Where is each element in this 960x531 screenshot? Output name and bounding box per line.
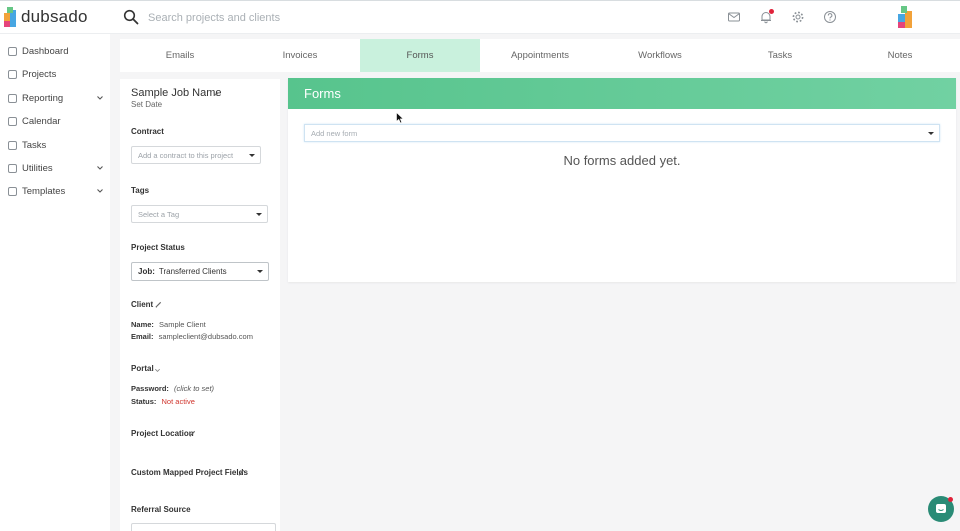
dubsado-logo[interactable]: dubsado — [4, 7, 88, 27]
forms-title: Forms — [304, 86, 341, 101]
client-email: sampleclient@dubsado.com — [158, 332, 253, 341]
caret-down-icon — [928, 132, 934, 135]
utilities-icon — [8, 163, 17, 173]
gear-icon[interactable] — [791, 10, 805, 24]
tab-forms[interactable]: Forms — [360, 39, 480, 72]
job-name[interactable]: Sample Job Name — [131, 87, 222, 99]
chevron-down-icon — [97, 166, 103, 170]
tags-select-placeholder: Select a Tag — [138, 209, 180, 219]
set-date-link[interactable]: Set Date — [131, 100, 162, 109]
tab-tasks[interactable]: Tasks — [720, 39, 840, 72]
contract-select-placeholder: Add a contract to this project — [138, 150, 234, 160]
portal-password-label: Password: — [131, 384, 169, 393]
sidebar-item-calendar[interactable]: Calendar — [8, 113, 104, 129]
client-title: Client — [131, 300, 154, 309]
project-tabs: Emails Invoices Forms Appointments Workf… — [120, 39, 960, 72]
chat-icon — [936, 504, 946, 513]
logo-text: dubsado — [21, 7, 88, 26]
edit-location-icon[interactable] — [189, 430, 196, 437]
sidebar-item-templates[interactable]: Templates — [8, 183, 104, 199]
add-form-select[interactable]: Add new form — [304, 124, 940, 142]
tab-appointments[interactable]: Appointments — [480, 39, 600, 72]
sidebar-item-tasks[interactable]: Tasks — [8, 137, 104, 153]
mail-icon[interactable] — [727, 10, 741, 24]
sidebar: Dashboard Projects Reporting Calendar Ta… — [0, 34, 110, 531]
client-name: Sample Client — [159, 320, 206, 329]
portal-title: Portal — [131, 364, 154, 373]
tab-emails[interactable]: Emails — [120, 39, 240, 72]
sidebar-item-label: Projects — [22, 68, 57, 80]
chevron-down-icon[interactable] — [212, 90, 220, 98]
project-status-select[interactable]: Job: Transferred Clients — [131, 262, 269, 281]
sidebar-item-label: Calendar — [22, 115, 61, 127]
project-detail-panel: Sample Job Name Set Date Contract Add a … — [120, 79, 280, 531]
reporting-icon — [8, 93, 17, 103]
project-location-title: Project Location — [131, 429, 194, 438]
portal-status-label: Status: — [131, 397, 157, 406]
edit-custom-fields-icon[interactable] — [238, 469, 245, 476]
chevron-down-icon[interactable] — [154, 367, 161, 374]
chevron-down-icon — [97, 96, 103, 100]
forms-card: Forms Add new form No forms added yet. — [288, 78, 956, 282]
calendar-icon — [8, 116, 17, 126]
top-bar: dubsado — [0, 0, 960, 34]
help-icon[interactable] — [823, 10, 837, 24]
project-status-title: Project Status — [131, 243, 185, 252]
forms-header: Forms — [288, 78, 956, 109]
chat-notification-dot — [948, 497, 953, 502]
caret-down-icon — [249, 154, 255, 157]
client-name-row: Name: Sample Client — [131, 320, 206, 329]
empty-forms-message: No forms added yet. — [563, 153, 681, 168]
tasks-icon — [8, 140, 17, 150]
edit-client-icon[interactable] — [155, 301, 162, 308]
sidebar-item-reporting[interactable]: Reporting — [8, 90, 104, 106]
client-name-label: Name: — [131, 320, 154, 329]
search-icon[interactable] — [123, 9, 139, 25]
sidebar-item-label: Templates — [22, 185, 66, 197]
tags-select[interactable]: Select a Tag — [131, 205, 268, 223]
custom-fields-title: Custom Mapped Project Fields — [131, 468, 248, 477]
caret-down-icon — [257, 270, 263, 273]
mouse-cursor-icon — [396, 112, 404, 124]
sidebar-item-projects[interactable]: Projects — [8, 66, 104, 82]
logo-mark-icon — [4, 7, 16, 27]
tab-workflows[interactable]: Workflows — [600, 39, 720, 72]
portal-password-row: Password: (click to set) — [131, 384, 214, 393]
sidebar-item-label: Dashboard — [22, 45, 69, 57]
chevron-down-icon — [97, 189, 103, 193]
sidebar-item-label: Utilities — [22, 162, 53, 174]
sidebar-item-label: Reporting — [22, 92, 64, 104]
contract-select[interactable]: Add a contract to this project — [131, 146, 261, 164]
app-cube-icon[interactable] — [898, 6, 912, 28]
contract-title: Contract — [131, 127, 164, 136]
sidebar-item-utilities[interactable]: Utilities — [8, 160, 104, 176]
status-value: Transferred Clients — [158, 267, 227, 276]
portal-status-row: Status: Not active — [131, 397, 195, 406]
client-email-row: Email: sampleclient@dubsado.com — [131, 332, 253, 341]
tab-notes[interactable]: Notes — [840, 39, 960, 72]
dashboard-icon — [8, 46, 17, 56]
sidebar-item-label: Tasks — [22, 139, 47, 151]
referral-source-input[interactable] — [131, 523, 276, 531]
templates-icon — [8, 186, 17, 196]
caret-down-icon — [256, 213, 262, 216]
status-label: Job: — [138, 267, 155, 276]
portal-status-value: Not active — [161, 397, 195, 406]
sidebar-item-dashboard[interactable]: Dashboard — [8, 43, 104, 59]
tab-invoices[interactable]: Invoices — [240, 39, 360, 72]
notification-dot — [769, 9, 774, 14]
add-form-placeholder: Add new form — [311, 128, 358, 138]
projects-icon — [8, 69, 17, 79]
tags-title: Tags — [131, 186, 150, 195]
referral-source-title: Referral Source — [131, 505, 191, 514]
portal-password-link[interactable]: (click to set) — [174, 384, 214, 393]
client-email-label: Email: — [131, 332, 154, 341]
search-input[interactable] — [148, 8, 548, 28]
